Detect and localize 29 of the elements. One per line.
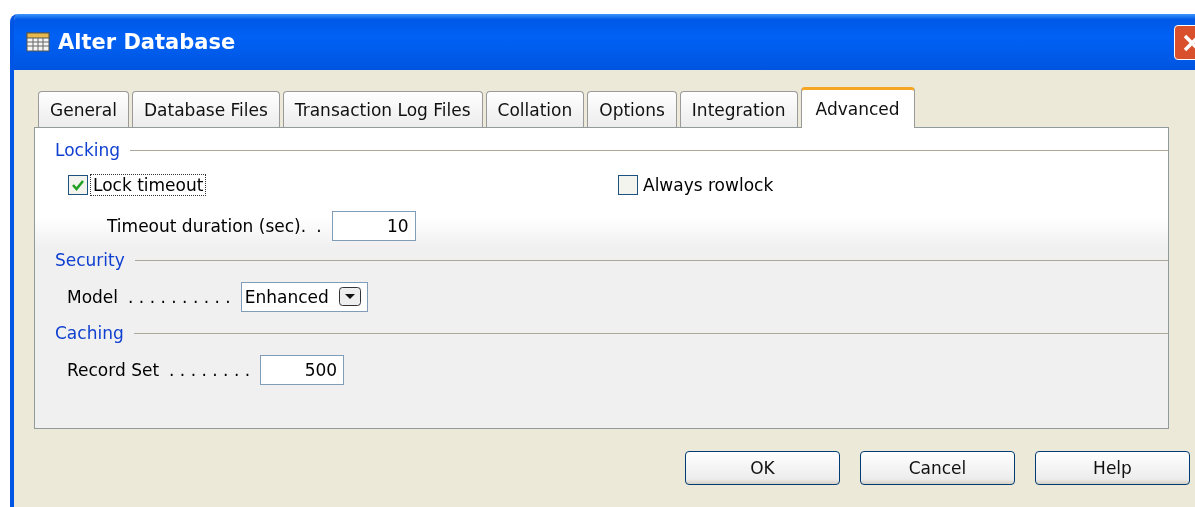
dialog-button[interactable]: OK (685, 451, 840, 485)
number-field[interactable]: 500 (260, 354, 345, 385)
field-label: Record Set (67, 359, 160, 380)
checkmark-icon (71, 178, 85, 192)
leader-dots: . (316, 216, 322, 236)
table-icon (26, 32, 50, 52)
model-dropdown[interactable]: Enhanced (240, 281, 368, 312)
tab[interactable]: Advanced (800, 87, 915, 128)
tab[interactable]: Options (587, 91, 677, 127)
field-label: Model (67, 286, 119, 307)
leader-dots: . . . . . . . . (169, 359, 251, 380)
leader-dots: . . . . . . . . . . (128, 286, 231, 307)
checkbox[interactable] (618, 175, 638, 195)
field-label: Timeout duration (sec). (107, 216, 307, 236)
checkbox-label[interactable]: Always rowlock (640, 174, 777, 196)
dialog-button[interactable]: Help (1035, 451, 1190, 485)
tab[interactable]: Collation (485, 91, 585, 127)
dialog-button[interactable]: Cancel (860, 451, 1015, 485)
section-title: Locking (55, 140, 121, 160)
window-title: Alter Database (58, 30, 236, 54)
section-title: Caching (55, 323, 124, 343)
tab[interactable]: Transaction Log Files (282, 91, 483, 127)
tab[interactable]: General (38, 91, 129, 127)
checkbox-label[interactable]: Lock timeout (90, 174, 207, 196)
tab[interactable]: Database Files (132, 91, 280, 127)
tab[interactable]: Integration (679, 91, 798, 127)
number-field[interactable]: 10 (331, 211, 416, 241)
checkbox[interactable] (68, 175, 88, 195)
section-title: Security (55, 250, 125, 270)
